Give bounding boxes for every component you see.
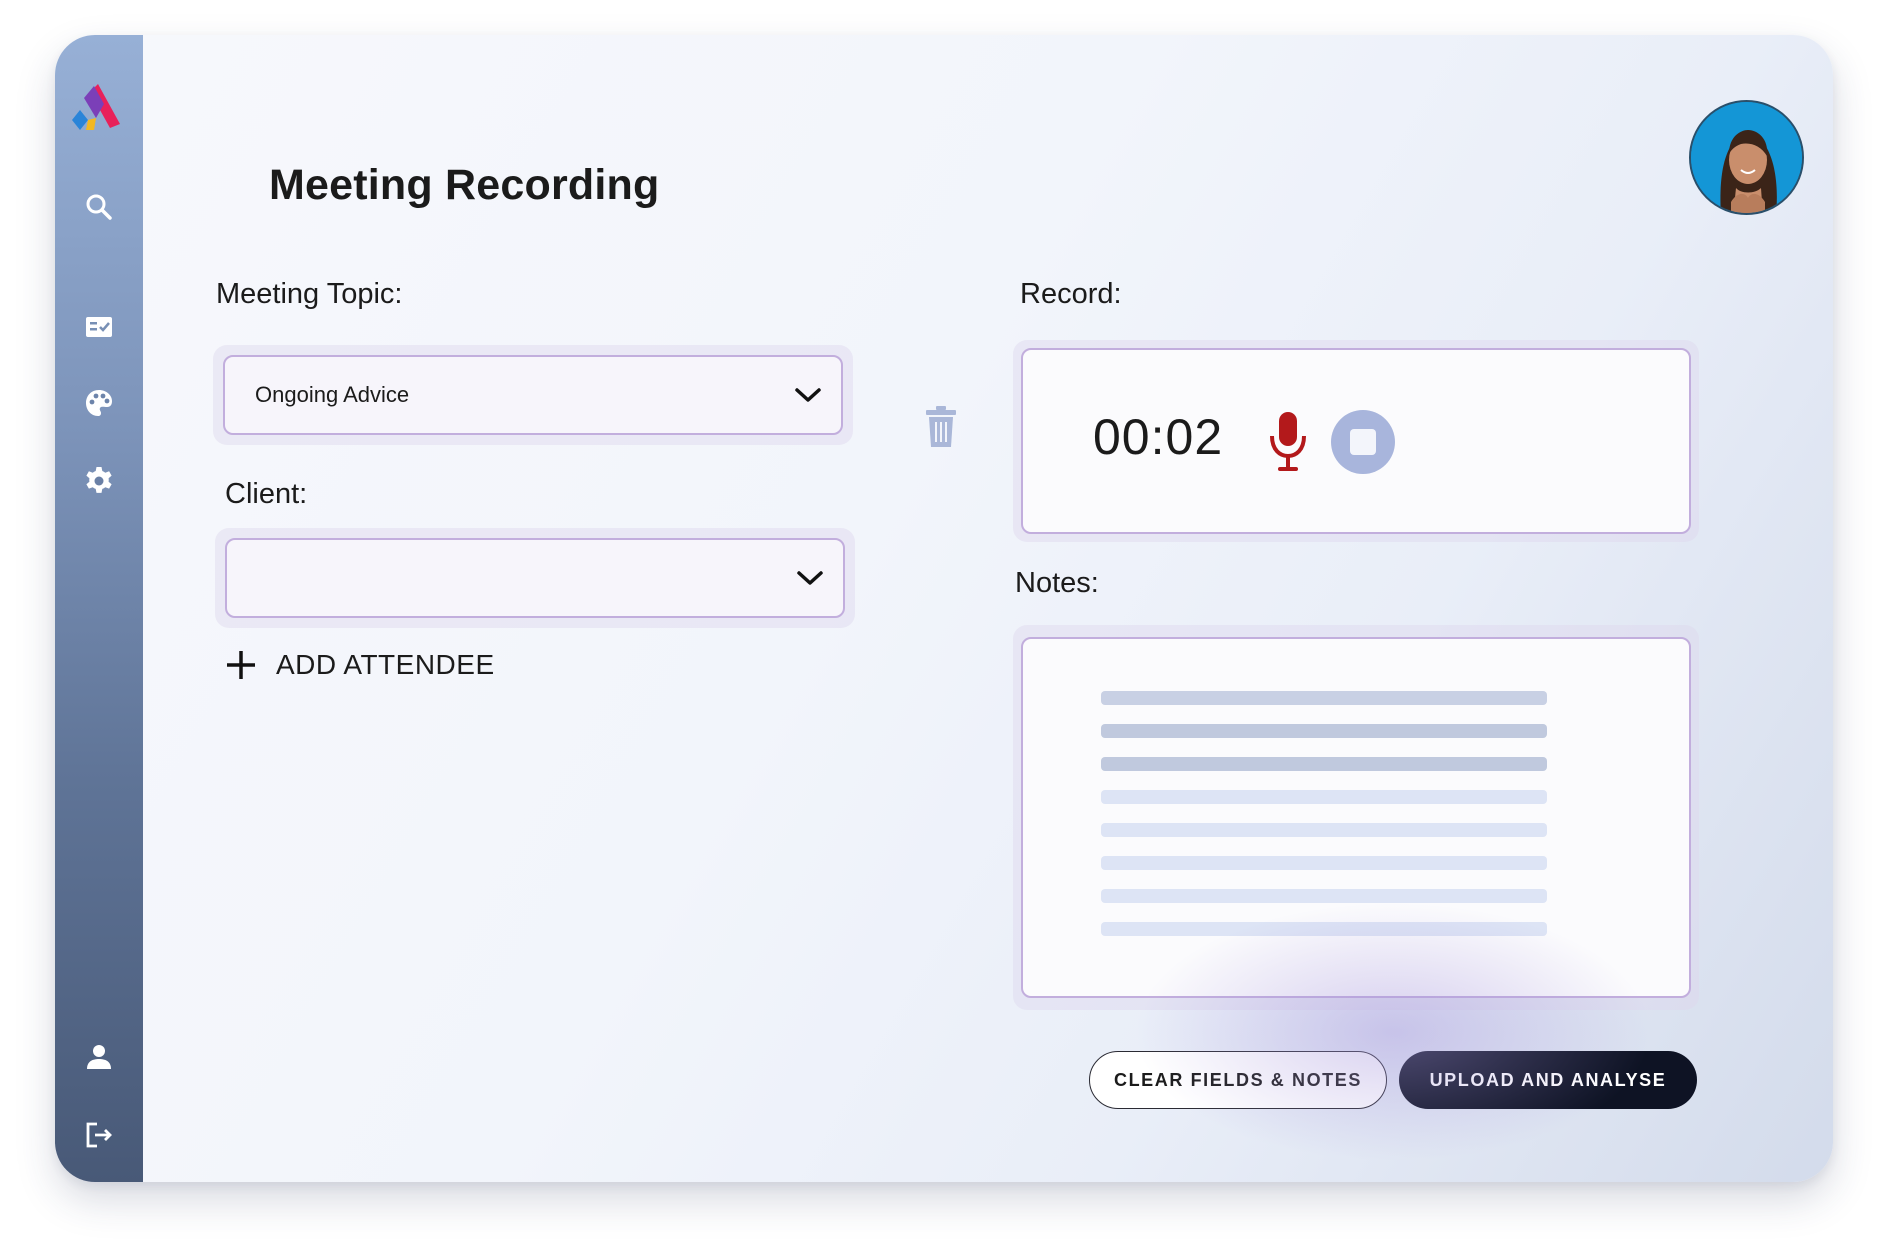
notes-textarea[interactable]: [1021, 637, 1691, 998]
page-title: Meeting Recording: [269, 161, 660, 209]
client-label: Client:: [225, 478, 308, 510]
meeting-topic-value: Ongoing Advice: [255, 382, 410, 407]
sidebar-item-logout[interactable]: [77, 1113, 121, 1157]
stop-recording-button[interactable]: [1331, 410, 1395, 474]
note-line: [1101, 889, 1547, 903]
recording-timer: 00:02: [1093, 409, 1224, 465]
client-field: [215, 528, 855, 628]
user-photo: [1691, 102, 1802, 213]
app-window: Meeting Recording Meeting Topic: Ongoing…: [55, 35, 1833, 1182]
user-icon: [87, 1045, 111, 1069]
gear-icon: [86, 467, 112, 493]
chevron-down-icon: [797, 571, 823, 585]
meeting-topic-label: Meeting Topic:: [216, 278, 403, 310]
search-icon: [86, 194, 112, 220]
add-attendee-button[interactable]: ADD ATTENDEE: [224, 648, 495, 682]
record-label: Record:: [1020, 278, 1122, 310]
chevron-down-icon: [795, 388, 821, 402]
sidebar-item-search[interactable]: [77, 185, 121, 229]
meeting-topic-field: Ongoing Advice: [213, 345, 853, 445]
notes-panel: [1013, 625, 1699, 1010]
note-line: [1101, 691, 1547, 705]
note-line: [1101, 757, 1547, 771]
trash-icon[interactable]: [923, 405, 959, 449]
sidebar-item-palette[interactable]: [77, 381, 121, 425]
avatar[interactable]: [1689, 100, 1804, 215]
app-logo: [72, 84, 120, 130]
palette-icon: [86, 390, 112, 416]
meeting-topic-select[interactable]: Ongoing Advice: [223, 355, 843, 435]
logout-icon: [86, 1122, 112, 1148]
client-select[interactable]: [225, 538, 845, 618]
note-line: [1101, 724, 1547, 738]
record-box: 00:02: [1021, 348, 1691, 534]
note-line: [1101, 823, 1547, 837]
stop-icon: [1350, 429, 1376, 455]
record-panel: 00:02: [1013, 340, 1699, 542]
sidebar: [55, 35, 143, 1182]
note-line: [1101, 922, 1547, 936]
plus-icon: [227, 651, 255, 679]
microphone-icon[interactable]: [1268, 410, 1308, 472]
sidebar-item-settings[interactable]: [77, 459, 121, 503]
note-line: [1101, 856, 1547, 870]
notes-label: Notes:: [1015, 567, 1099, 599]
sidebar-item-tasks[interactable]: [77, 305, 121, 349]
upload-analyse-button[interactable]: UPLOAD AND ANALYSE: [1399, 1051, 1697, 1109]
clear-fields-button[interactable]: CLEAR FIELDS & NOTES: [1089, 1051, 1387, 1109]
checklist-icon: [86, 317, 112, 337]
add-attendee-label: ADD ATTENDEE: [276, 649, 495, 680]
note-line: [1101, 790, 1547, 804]
sidebar-item-profile[interactable]: [77, 1035, 121, 1079]
